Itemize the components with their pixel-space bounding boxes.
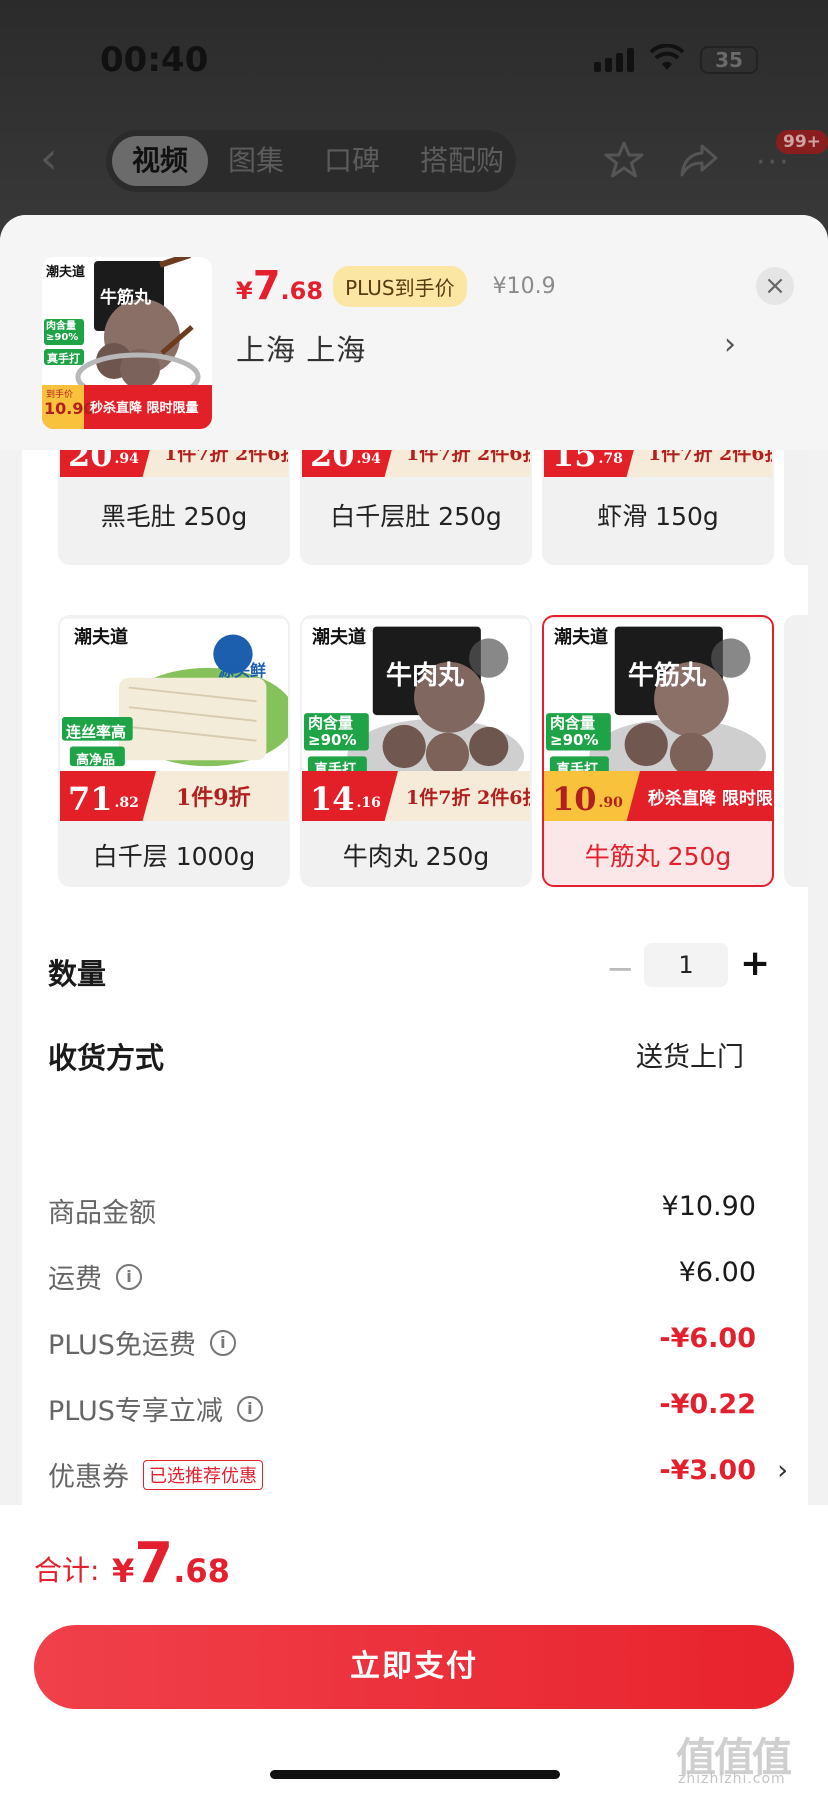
- wifi-icon: [650, 44, 684, 70]
- current-price: ¥ 7 .68: [236, 263, 324, 309]
- variant-label: 牛筋丸 250g: [584, 842, 732, 871]
- home-indicator: [270, 1770, 560, 1779]
- back-arrow-icon[interactable]: ‹: [40, 137, 70, 181]
- promo-strip: 71 .82 1件9折: [60, 771, 288, 821]
- notification-badge: 99+: [776, 130, 828, 154]
- purchase-sheet: 潮夫道 牛筋丸 肉含量 ≥90% 真手打 到手价 10.90 秒杀直降 限时限量…: [0, 215, 828, 1796]
- quantity-input[interactable]: 1: [644, 943, 728, 987]
- pack-name: 牛筋丸: [628, 661, 707, 691]
- star-icon[interactable]: [604, 140, 644, 180]
- variant-label: 白千层 1000g: [92, 842, 256, 871]
- top-nav: ‹ 视频 图集 口碑 搭配购 ··· 99+: [0, 128, 828, 192]
- variant-tag: 高净品: [76, 753, 116, 768]
- thumb-tag-handmade: 真手打: [47, 352, 80, 365]
- tab-gallery[interactable]: 图集: [208, 136, 304, 186]
- chevron-right-icon[interactable]: ›: [777, 1455, 788, 1486]
- tab-reviews[interactable]: 口碑: [304, 136, 400, 186]
- checkout-footer: 合计: ¥ 7 .68 立即支付 值值值 zhizhizhi.com: [0, 1505, 828, 1796]
- decrease-button[interactable]: −: [606, 949, 635, 989]
- variant-label: 白千层肚 250g: [330, 502, 502, 531]
- brand-text: 潮夫道: [312, 627, 366, 648]
- tab-video[interactable]: 视频: [112, 136, 209, 186]
- battery-icon: 35: [700, 46, 758, 74]
- summary-row-subtotal: 商品金额 ¥10.90: [48, 1191, 756, 1229]
- more-icon[interactable]: ···: [756, 148, 791, 178]
- delivery-label: 收货方式: [48, 1041, 165, 1075]
- thumb-pack-name: 牛筋丸: [100, 288, 151, 308]
- chevron-right-icon[interactable]: ›: [724, 327, 736, 362]
- variant-label: 黑毛肚 250g: [100, 502, 248, 531]
- summary-row-coupon[interactable]: 优惠券 已选推荐优惠 -¥3.00 ›: [48, 1455, 788, 1499]
- variant-card-partial[interactable]: [784, 615, 808, 887]
- info-icon[interactable]: i: [236, 1395, 263, 1422]
- thumb-tag-meat: 肉含量 ≥90%: [46, 321, 79, 343]
- brand-text: 潮夫道: [554, 627, 608, 648]
- variant-label: 牛肉丸 250g: [342, 842, 490, 871]
- info-icon[interactable]: i: [209, 1329, 236, 1356]
- status-time: 00:40: [100, 40, 209, 80]
- pay-now-button[interactable]: 立即支付: [34, 1625, 794, 1709]
- delivery-address[interactable]: 上海 上海: [236, 327, 366, 369]
- original-price: ¥10.9: [492, 273, 556, 299]
- pack-name: 牛肉丸: [386, 661, 465, 691]
- summary-row-plus-free-shipping: PLUS免运费 i -¥6.00: [48, 1323, 756, 1361]
- variant-card[interactable]: 潮夫道 牛肉丸 肉含量 ≥90% 真手打 14 .16 1件7折 2件6折 牛肉…: [300, 615, 532, 887]
- thumb-price: 10.90: [44, 399, 95, 418]
- summary-row-shipping: 运费 i ¥6.00: [48, 1257, 756, 1295]
- info-icon[interactable]: i: [116, 1263, 142, 1290]
- promo-strip: 14 .16 1件7折 2件6折: [302, 771, 530, 821]
- delivery-row[interactable]: 收货方式 送货上门: [22, 1027, 808, 1087]
- plus-price-tag: PLUS到手价: [333, 265, 467, 307]
- variant-tag: 肉含量 ≥90%: [308, 714, 357, 749]
- close-button[interactable]: ×: [756, 267, 794, 305]
- variant-tag: 肉含量 ≥90%: [550, 714, 599, 749]
- coupon-tag: 已选推荐优惠: [143, 1459, 263, 1490]
- variant-tag: 连丝率高: [66, 723, 127, 741]
- variant-card[interactable]: 潮夫道 源头鲜 连丝率高 高净品 71 .82 1件9折 白千层 1000g: [58, 615, 290, 887]
- delivery-value: 送货上门: [636, 1042, 744, 1073]
- total-label: 合计:: [34, 1554, 100, 1587]
- signal-icon: [594, 48, 634, 72]
- product-thumbnail: 潮夫道 牛筋丸 肉含量 ≥90% 真手打 到手价 10.90 秒杀直降 限时限量: [42, 257, 212, 429]
- quantity-label: 数量: [48, 957, 107, 991]
- total-price: ¥ 7 .68: [112, 1531, 230, 1596]
- variant-card-selected[interactable]: 潮夫道 牛筋丸 肉含量 ≥90% 真手打 10 .90 秒杀直降 限时限量 牛筋…: [542, 615, 774, 887]
- share-icon[interactable]: [678, 140, 720, 180]
- tab-bar: 视频 图集 口碑 搭配购: [106, 130, 516, 192]
- watermark-url: zhizhizhi.com: [678, 1771, 786, 1787]
- variant-label: 虾滑 150g: [597, 502, 719, 531]
- increase-button[interactable]: +: [740, 943, 770, 984]
- summary-row-plus-discount: PLUS专享立减 i -¥0.22: [48, 1389, 756, 1427]
- status-bar: 00:40 35: [0, 30, 828, 90]
- quantity-row: 数量 − 1 +: [22, 943, 808, 1003]
- price-row: ¥ 7 .68 PLUS到手价 ¥10.9: [236, 263, 556, 309]
- brand-text: 潮夫道: [74, 627, 128, 648]
- promo-strip: 10 .90 秒杀直降 限时限量: [544, 771, 772, 821]
- product-header: 潮夫道 牛筋丸 肉含量 ≥90% 真手打 到手价 10.90 秒杀直降 限时限量…: [0, 215, 828, 450]
- thumb-brand: 潮夫道: [46, 265, 86, 280]
- tab-bundle[interactable]: 搭配购: [400, 136, 524, 186]
- thumb-banner: 秒杀直降 限时限量: [90, 401, 199, 416]
- corner-tag: 源头鲜: [218, 661, 267, 680]
